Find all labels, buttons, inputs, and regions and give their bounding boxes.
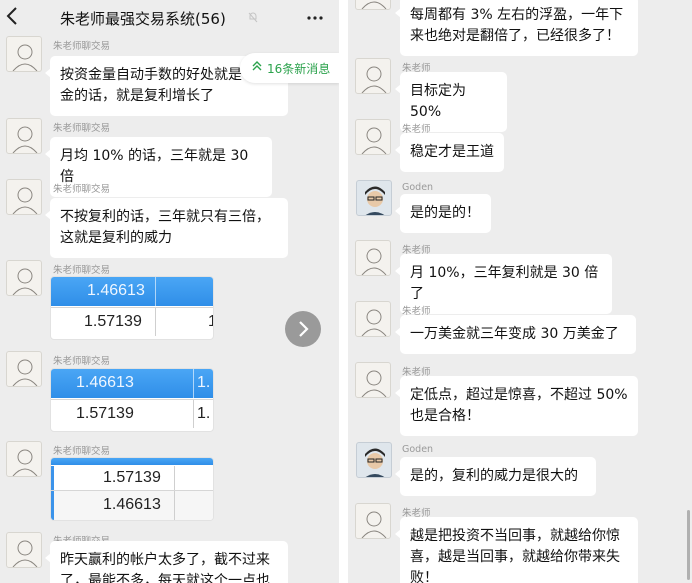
- image-divider: [193, 369, 194, 398]
- new-messages-pill[interactable]: 16条新消息: [240, 53, 339, 83]
- image-cell: 1.46613: [103, 496, 161, 513]
- image-row: 1.57139 1: [51, 307, 213, 336]
- image-row: 1.57139: [51, 466, 213, 490]
- avatar[interactable]: [355, 0, 391, 10]
- sender-name: 朱老师聊交易: [53, 184, 111, 195]
- image-message[interactable]: 1.57139 1.46613: [50, 457, 214, 521]
- avatar[interactable]: [6, 260, 42, 296]
- sender-name: 朱老师聊交易: [53, 446, 111, 457]
- message-bubble[interactable]: 是的，复利的威力是很大的: [395, 457, 596, 496]
- avatar[interactable]: [355, 301, 391, 337]
- message-bubble[interactable]: 定低点，超过是惊喜，不超过 50% 也是合格！: [395, 376, 638, 436]
- image-cell: 1.: [197, 405, 211, 422]
- avatar[interactable]: [6, 532, 42, 568]
- sender-name: 朱老师聊交易: [53, 265, 111, 276]
- image-cell: 1.46613: [76, 374, 134, 391]
- double-chevron-up-icon: [252, 59, 262, 76]
- message-bubble[interactable]: 越是把投资不当回事，就越给你惊 喜，越是当回事，就越给你带来失 败！: [395, 517, 638, 583]
- sender-name: 朱老师聊交易: [53, 123, 111, 134]
- image-message[interactable]: 1.46613 1. 1.57139 1.: [50, 368, 214, 432]
- chevron-right-icon: [299, 321, 309, 337]
- avatar[interactable]: [355, 119, 391, 155]
- message-bubble[interactable]: 每周都有 3% 左右的浮盈，一年下 来也绝对是翻倍了，已经很多了！: [395, 0, 638, 56]
- image-cell: 1.57139: [103, 469, 161, 486]
- image-message[interactable]: 1.46613 1.57139 1: [50, 276, 214, 340]
- image-divider: [193, 400, 194, 428]
- sender-name: Goden: [402, 444, 434, 455]
- image-divider: [174, 466, 175, 490]
- message-bubble[interactable]: 不按复利的话，三年就只有三倍， 这就是复利的威力: [45, 198, 288, 258]
- message-bubble[interactable]: 是的是的！: [395, 194, 491, 233]
- chat-header: 朱老师最强交易系统(56): [0, 0, 339, 36]
- message-bubble[interactable]: 稳定才是王道: [395, 133, 504, 172]
- avatar[interactable]: [356, 442, 392, 478]
- avatar[interactable]: [355, 58, 391, 94]
- image-row: [51, 458, 213, 465]
- left-chat-panel: 朱老师最强交易系统(56) 朱老师聊交易 按资金量自动手数的好处就是 金的话，就…: [0, 0, 339, 583]
- image-divider: [51, 491, 54, 520]
- image-cell: 1: [208, 313, 213, 331]
- avatar[interactable]: [355, 362, 391, 398]
- avatar[interactable]: [355, 503, 391, 539]
- sender-name: 朱老师聊交易: [53, 356, 111, 367]
- avatar[interactable]: [355, 240, 391, 276]
- sender-name: 朱老师聊交易: [53, 41, 111, 52]
- image-divider: [155, 277, 156, 306]
- sender-name: Goden: [402, 182, 434, 193]
- new-messages-label: 16条新消息: [267, 62, 331, 76]
- right-chat-panel: 每周都有 3% 左右的浮盈，一年下 来也绝对是翻倍了，已经很多了！ 朱老师 目标…: [348, 0, 692, 583]
- image-divider: [174, 491, 175, 520]
- avatar[interactable]: [6, 351, 42, 387]
- image-row: 1.46613: [51, 490, 213, 520]
- message-bubble[interactable]: 一万美金就三年变成 30 万美金了: [395, 315, 636, 354]
- forward-arrow-button[interactable]: [285, 311, 321, 347]
- image-cell: 1.: [197, 374, 211, 391]
- image-cell: 1.57139: [84, 313, 142, 330]
- avatar[interactable]: [356, 180, 392, 216]
- message-bubble[interactable]: 昨天赢利的帐户太多了，截不过来 了，最能不多，每天就这个一点也: [45, 541, 288, 583]
- back-arrow-icon[interactable]: [6, 6, 26, 28]
- avatar[interactable]: [6, 36, 42, 72]
- avatar[interactable]: [6, 179, 42, 215]
- image-row: 1.46613: [51, 277, 213, 306]
- image-cell: 1.46613: [87, 282, 145, 299]
- image-cell: 1.57139: [76, 405, 134, 422]
- image-row: 1.57139 1.: [51, 399, 213, 428]
- image-row: 1.46613 1.: [51, 369, 213, 398]
- mute-bell-icon: [247, 11, 259, 23]
- avatar[interactable]: [6, 118, 42, 154]
- scrollbar[interactable]: [687, 510, 690, 580]
- message-bubble[interactable]: 月 10%，三年复利就是 30 倍了: [395, 254, 612, 314]
- chat-title: 朱老师最强交易系统(56): [60, 10, 226, 28]
- image-divider: [155, 308, 156, 336]
- avatar[interactable]: [6, 441, 42, 477]
- more-dots-icon[interactable]: [306, 6, 324, 31]
- image-divider: [51, 466, 54, 490]
